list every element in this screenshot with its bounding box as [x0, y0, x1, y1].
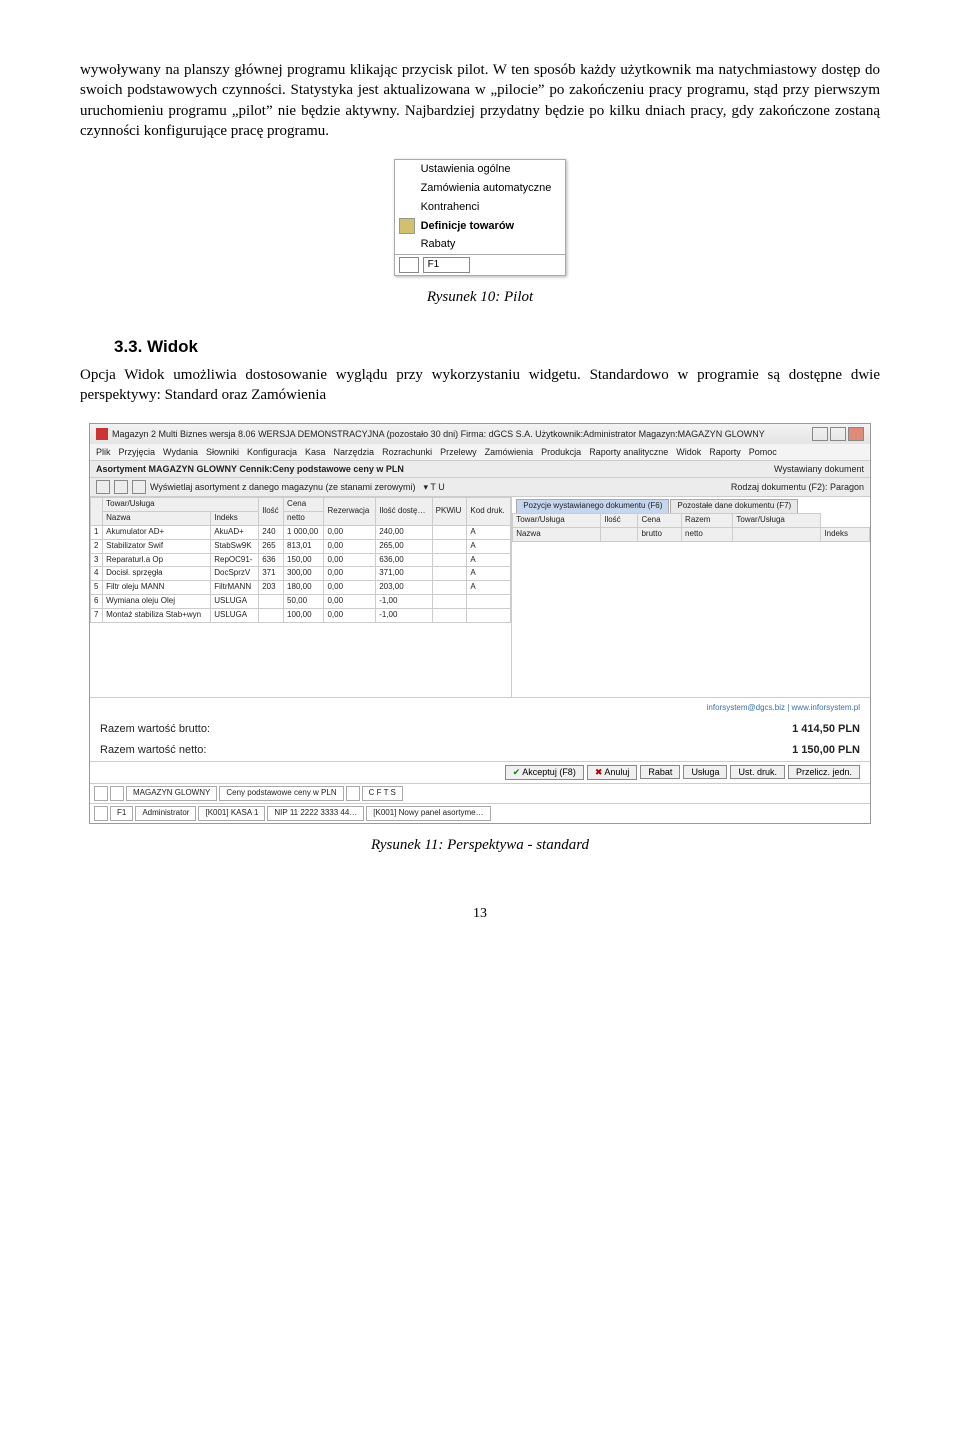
- status-sq-icon: [399, 257, 419, 273]
- table-row[interactable]: 6Wymiana oleju OlejUSLUGA50,000,00-1,00: [91, 595, 511, 609]
- status-cell: [94, 786, 108, 801]
- filter-label: Wyświetlaj asortyment z danego magazynu …: [150, 481, 416, 493]
- nav-first-icon[interactable]: [96, 480, 110, 494]
- menu-item[interactable]: Raporty: [709, 447, 741, 457]
- left-pane: Towar/UsługaIlośćCenaRezerwacjaIlość dos…: [90, 497, 512, 697]
- nav-next-icon[interactable]: [132, 480, 146, 494]
- doc-tab[interactable]: Pozostałe dane dokumentu (F7): [670, 499, 798, 513]
- status-upper: MAGAZYN GLOWNYCeny podstawowe ceny w PLN…: [90, 783, 870, 803]
- doc-lines-table[interactable]: Towar/UsługaIlośćCenaRazemTowar/UsługaNa…: [512, 513, 870, 542]
- pilot-menu-item[interactable]: Kontrahenci: [395, 198, 566, 217]
- menu-item[interactable]: Pomoc: [749, 447, 777, 457]
- status-cell: [K001] Nowy panel asortyme…: [366, 806, 490, 821]
- status-f1: F1: [423, 257, 471, 273]
- menu-item[interactable]: Kasa: [305, 447, 326, 457]
- status-cell: C F T S: [362, 786, 403, 801]
- status-cell: [346, 786, 360, 801]
- status-cell: [K001] KASA 1: [198, 806, 265, 821]
- caption-perspektywa: Rysunek 11: Perspektywa - standard: [80, 835, 880, 855]
- caption-pilot: Rysunek 10: Pilot: [80, 287, 880, 307]
- pilot-menu-item[interactable]: Zamówienia automatyczne: [395, 179, 566, 198]
- menu-item[interactable]: Produkcja: [541, 447, 581, 457]
- status-cell: F1: [110, 806, 133, 821]
- menu-item[interactable]: Konfiguracja: [247, 447, 297, 457]
- toolbar-right-label: Wystawiany dokument: [774, 463, 864, 475]
- menu-item[interactable]: Zamówienia: [485, 447, 534, 457]
- action-button[interactable]: Ust. druk.: [730, 765, 785, 779]
- definicje-icon: [399, 218, 415, 234]
- app-logo-icon: [96, 428, 108, 440]
- menu-item[interactable]: Wydania: [163, 447, 198, 457]
- action-button[interactable]: Anuluj: [587, 765, 638, 780]
- total-row: Razem wartość netto:1 150,00 PLN: [90, 740, 870, 761]
- rodzaj-dok-label: Rodzaj dokumentu (F2): Paragon: [731, 481, 864, 493]
- total-row: Razem wartość brutto:1 414,50 PLN: [90, 719, 870, 740]
- menu-item[interactable]: Narzędzia: [334, 447, 375, 457]
- status-cell: Ceny podstawowe ceny w PLN: [219, 786, 343, 801]
- menu-item[interactable]: Rozrachunki: [382, 447, 432, 457]
- status-bar: F1Administrator[K001] KASA 1NIP 11 2222 …: [90, 803, 870, 823]
- status-cell: MAGAZYN GLOWNY: [126, 786, 217, 801]
- minimize-icon[interactable]: [812, 427, 828, 441]
- menu-item[interactable]: Przelewy: [440, 447, 477, 457]
- pilot-menu-item[interactable]: Ustawienia ogólne: [395, 160, 566, 179]
- maximize-icon[interactable]: [830, 427, 846, 441]
- filter-bar: Wyświetlaj asortyment z danego magazynu …: [90, 478, 870, 497]
- table-row[interactable]: 3Reparaturl.a OpRepOC91-636150,000,00636…: [91, 553, 511, 567]
- table-row[interactable]: 4Docisł. sprzęgłaDocSprzV371300,000,0037…: [91, 567, 511, 581]
- right-pane: Pozycje wystawianego dokumentu (F6)Pozos…: [512, 497, 870, 697]
- menu-item[interactable]: Raporty analityczne: [589, 447, 668, 457]
- doc-tab[interactable]: Pozycje wystawianego dokumentu (F6): [516, 499, 669, 513]
- window-title: Magazyn 2 Multi Biznes wersja 8.06 WERSJ…: [112, 428, 765, 440]
- status-cell: [110, 786, 124, 801]
- status-cell: NIP 11 2222 3333 44…: [267, 806, 364, 821]
- toolbar: Asortyment MAGAZYN GLOWNY Cennik:Ceny po…: [90, 461, 870, 478]
- pilot-menu-figure: Ustawienia ogólneZamówienia automatyczne…: [394, 159, 567, 276]
- status-cell: Administrator: [135, 806, 196, 821]
- perspektywa-figure: Magazyn 2 Multi Biznes wersja 8.06 WERSJ…: [89, 423, 871, 823]
- window-titlebar: Magazyn 2 Multi Biznes wersja 8.06 WERSJ…: [90, 424, 870, 444]
- menu-item[interactable]: Widok: [676, 447, 701, 457]
- window-buttons: [812, 427, 864, 441]
- action-button[interactable]: Rabat: [640, 765, 680, 779]
- footer-link[interactable]: inforsystem@dgcs.biz | www.inforsystem.p…: [90, 698, 870, 719]
- table-row[interactable]: 7Montaż stabiliza Stab+wynUSLUGA100,000,…: [91, 608, 511, 622]
- pilot-menu-item[interactable]: Definicje towarów: [395, 217, 566, 236]
- menu-item[interactable]: Słowniki: [206, 447, 239, 457]
- action-button[interactable]: Usługa: [683, 765, 727, 779]
- paragraph-2: Opcja Widok umożliwia dostosowanie wyglą…: [80, 365, 880, 406]
- table-row[interactable]: 1Akumulator AD+AkuAD+2401 000,000,00240,…: [91, 526, 511, 540]
- table-row[interactable]: 2Stabilizator SwifStabSw9K265813,010,002…: [91, 539, 511, 553]
- paragraph-1: wywoływany na planszy głównej programu k…: [80, 60, 880, 141]
- page-number: 13: [80, 905, 880, 924]
- menu-item[interactable]: Plik: [96, 447, 111, 457]
- menubar[interactable]: Plik Przyjęcia Wydania Słowniki Konfiguracja…: [90, 444, 870, 461]
- table-row[interactable]: 5Filtr oleju MANNFiltrMANN203180,000,002…: [91, 581, 511, 595]
- nav-prev-icon[interactable]: [114, 480, 128, 494]
- heading-widok: 3.3. Widok: [114, 336, 880, 359]
- action-buttons: Akceptuj (F8)AnulujRabatUsługaUst. druk.…: [90, 761, 870, 783]
- close-icon[interactable]: [848, 427, 864, 441]
- action-button[interactable]: Przelicz. jedn.: [788, 765, 860, 779]
- asortyment-table[interactable]: Towar/UsługaIlośćCenaRezerwacjaIlość dos…: [90, 497, 511, 622]
- doc-tabs[interactable]: Pozycje wystawianego dokumentu (F6)Pozos…: [512, 497, 870, 513]
- menu-item[interactable]: Przyjęcia: [119, 447, 156, 457]
- pilot-menu-item[interactable]: Rabaty: [395, 235, 566, 254]
- toolbar-left-label: Asortyment MAGAZYN GLOWNY Cennik:Ceny po…: [96, 463, 404, 475]
- action-button[interactable]: Akceptuj (F8): [505, 765, 584, 780]
- status-cell: [94, 806, 108, 821]
